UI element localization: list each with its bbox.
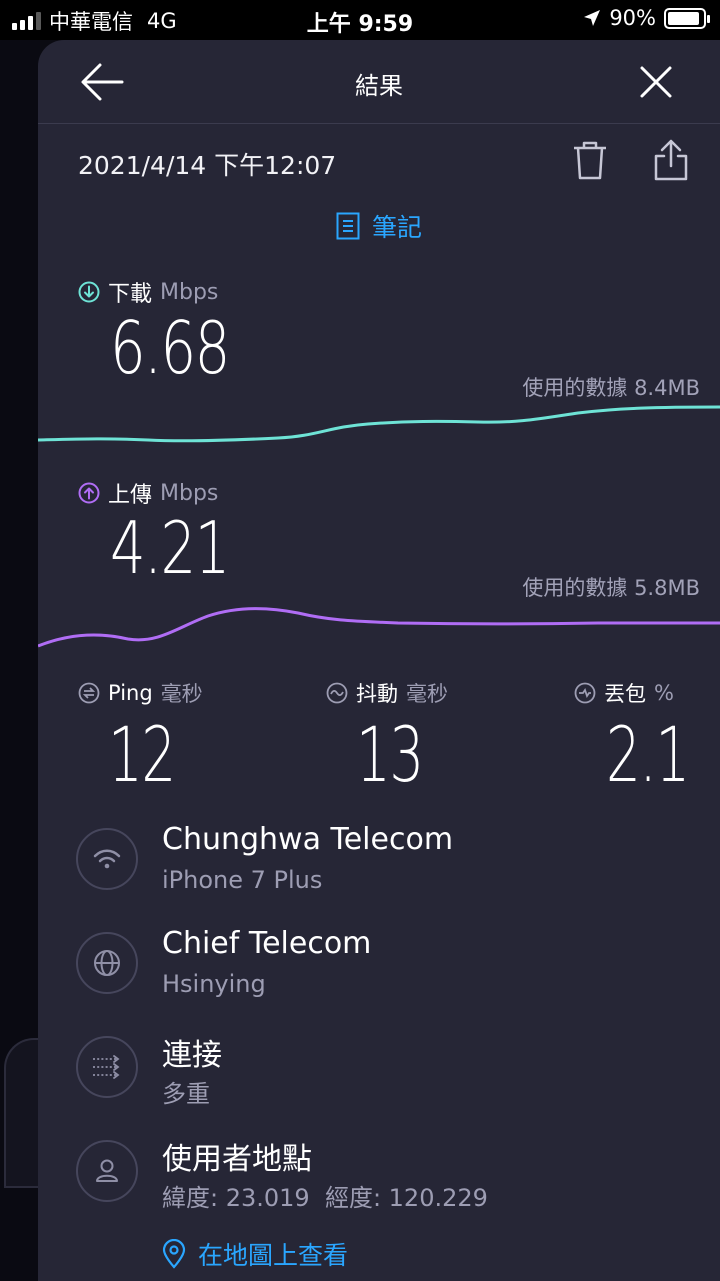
trash-icon[interactable]	[572, 140, 608, 182]
provider-row: Chunghwa Telecom iPhone 7 Plus	[76, 822, 696, 912]
user-icon	[76, 1140, 138, 1202]
close-icon[interactable]	[636, 62, 676, 102]
wifi-icon	[76, 828, 138, 890]
user-location-title: 使用者地點	[162, 1142, 312, 1177]
upload-icon	[78, 482, 100, 504]
jitter-label: 抖動 毫秒	[326, 678, 448, 708]
location-arrow-icon	[584, 10, 601, 26]
upload-unit: Mbps	[160, 480, 219, 506]
packet-loss-icon	[574, 682, 596, 704]
connections-title: 連接	[162, 1038, 222, 1073]
upload-title: 上傳	[108, 483, 153, 508]
packet-loss-label: 丟包 %	[574, 678, 674, 708]
map-pin-icon	[162, 1239, 186, 1269]
jitter-unit: 毫秒	[406, 682, 448, 706]
download-value: 6.68	[110, 306, 230, 390]
view-on-map-link[interactable]: 在地圖上查看	[162, 1236, 348, 1272]
notes-label: 筆記	[371, 213, 422, 242]
ping-label: Ping 毫秒	[78, 678, 203, 708]
upload-value: 4.21	[110, 506, 230, 590]
jitter-title: 抖動	[356, 682, 398, 706]
server-name: Chief Telecom	[162, 926, 372, 961]
status-right: 90%	[583, 6, 710, 30]
user-coordinates: 緯度: 23.019 經度: 120.229	[162, 1184, 488, 1212]
jitter-icon	[326, 682, 348, 704]
result-sheet: 結果 2021/4/14 下午12:07 筆記 下載 Mbps 6.68 使用的…	[38, 40, 720, 1281]
jitter-value: 13	[356, 710, 424, 799]
ping-value: 12	[108, 710, 176, 799]
packet-loss-unit: %	[654, 681, 674, 705]
download-icon	[78, 281, 100, 303]
user-location-row: 使用者地點 緯度: 23.019 經度: 120.229	[76, 1134, 696, 1224]
connections-mode: 多重	[162, 1080, 210, 1108]
battery-icon	[664, 7, 710, 29]
connections-row: 連接 多重	[76, 1030, 696, 1120]
download-unit: Mbps	[160, 279, 219, 305]
share-icon[interactable]	[652, 138, 690, 182]
packet-loss-title: 丟包	[604, 682, 646, 706]
upload-label: 上傳 Mbps	[78, 477, 218, 509]
download-title: 下載	[108, 282, 153, 307]
provider-name: Chunghwa Telecom	[162, 822, 454, 857]
device-name: iPhone 7 Plus	[162, 866, 323, 894]
ping-icon	[78, 682, 100, 704]
packet-loss-value: 2.1	[606, 710, 690, 799]
globe-icon	[76, 932, 138, 994]
notes-icon	[336, 212, 360, 240]
view-on-map-label: 在地圖上查看	[198, 1241, 349, 1270]
ping-title: Ping	[108, 681, 153, 705]
connections-icon	[76, 1036, 138, 1098]
server-location: Hsinying	[162, 970, 266, 998]
notes-button[interactable]: 筆記	[38, 208, 720, 244]
download-graph	[38, 405, 720, 443]
result-datetime: 2021/4/14 下午12:07	[78, 151, 337, 180]
page-title: 結果	[355, 72, 403, 100]
download-label: 下載 Mbps	[78, 276, 218, 308]
header: 結果	[38, 40, 720, 124]
status-bar: 中華電信 4G 上午 9:59 90%	[0, 0, 720, 40]
server-row: Chief Telecom Hsinying	[76, 926, 696, 1016]
upload-graph	[38, 607, 720, 648]
ping-unit: 毫秒	[160, 682, 203, 706]
battery-percent: 90%	[609, 6, 656, 30]
